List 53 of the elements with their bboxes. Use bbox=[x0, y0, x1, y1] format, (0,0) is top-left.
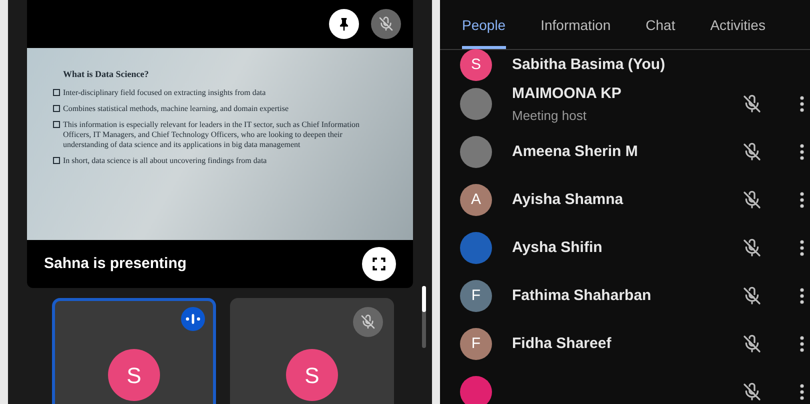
avatar-initial: S bbox=[286, 349, 338, 401]
more-options-icon[interactable] bbox=[800, 384, 804, 400]
avatar-photo-placeholder bbox=[460, 136, 492, 168]
participant-name: MAIMOONA KP bbox=[512, 84, 622, 104]
more-options-icon[interactable] bbox=[800, 240, 804, 256]
presenter-caption: Sahna is presenting bbox=[44, 254, 187, 274]
slide-bullet-text: Inter-disciplinary field focused on extracting insights from data bbox=[63, 88, 266, 98]
avatar-initial: S bbox=[108, 349, 160, 401]
participant-name: Ayisha Shamna bbox=[512, 190, 624, 210]
participant-name: Fidha Shareef bbox=[512, 334, 612, 354]
avatar-initial: F bbox=[460, 328, 492, 360]
checkbox-bullet-icon bbox=[53, 156, 60, 164]
participant-row[interactable]: F Fathima Shaharban bbox=[440, 272, 810, 320]
slide-bullet-text: This information is especially relevant for leaders in the IT sector, such as Chief Information Officers, IT Managers, and Chief Technology Officers, who are looking to deepen their understanding of data science and its applications in big data management bbox=[63, 120, 361, 150]
mic-off-icon bbox=[360, 314, 376, 330]
mic-off-icon bbox=[378, 16, 394, 32]
avatar-photo-placeholder bbox=[460, 88, 492, 120]
checkbox-bullet-icon bbox=[53, 88, 60, 96]
more-options-icon[interactable] bbox=[800, 96, 804, 112]
participant-name: Ameena Sherin M bbox=[512, 142, 639, 162]
avatar-initial: F bbox=[460, 280, 492, 312]
avatar-initial: A bbox=[460, 184, 492, 216]
more-options-icon[interactable] bbox=[800, 192, 804, 208]
participant-row[interactable]: MAIMOONA KP Meeting host bbox=[440, 80, 810, 128]
more-options-icon[interactable] bbox=[800, 336, 804, 352]
fullscreen-icon bbox=[371, 256, 387, 272]
mic-off-button[interactable] bbox=[371, 9, 401, 39]
pin-button[interactable] bbox=[329, 9, 359, 39]
participant-tile[interactable]: S bbox=[230, 298, 394, 404]
participant-tile[interactable]: S bbox=[52, 298, 216, 404]
more-options-icon[interactable] bbox=[800, 144, 804, 160]
fullscreen-button[interactable] bbox=[362, 247, 396, 281]
participant-row[interactable]: A Ayisha Shamna bbox=[440, 176, 810, 224]
participant-row[interactable]: S Sabitha Basima (You) bbox=[440, 50, 810, 80]
participant-row[interactable]: F Fidha Shareef bbox=[440, 320, 810, 368]
slide-bullet-text: In short, data science is all about uncovering findings from data bbox=[63, 156, 267, 166]
participant-name: Sabitha Basima (You) bbox=[512, 54, 666, 75]
panel-tab[interactable]: Activities bbox=[710, 15, 766, 49]
checkbox-bullet-icon bbox=[53, 104, 60, 112]
participant-name: Fathima Shaharban bbox=[512, 286, 652, 306]
participant-row[interactable]: Ameena Sherin M bbox=[440, 128, 810, 176]
panel-tab[interactable]: Information bbox=[540, 15, 611, 49]
participant-role: Meeting host bbox=[512, 106, 588, 125]
speaking-indicator-icon bbox=[181, 307, 205, 331]
slide-title: What is Data Science? bbox=[62, 68, 150, 81]
participant-row[interactable]: Aysha Shifin bbox=[440, 224, 810, 272]
scrollbar bbox=[422, 286, 426, 348]
participant-name: Aysha Shifin bbox=[512, 238, 604, 258]
panel-tab[interactable]: Chat bbox=[646, 15, 676, 49]
more-options-icon[interactable] bbox=[800, 288, 804, 304]
checkbox-bullet-icon bbox=[53, 120, 60, 128]
slide-bullet-text: Combines statistical methods, machine learning, and domain expertise bbox=[63, 104, 288, 114]
avatar-initial: S bbox=[460, 49, 492, 81]
